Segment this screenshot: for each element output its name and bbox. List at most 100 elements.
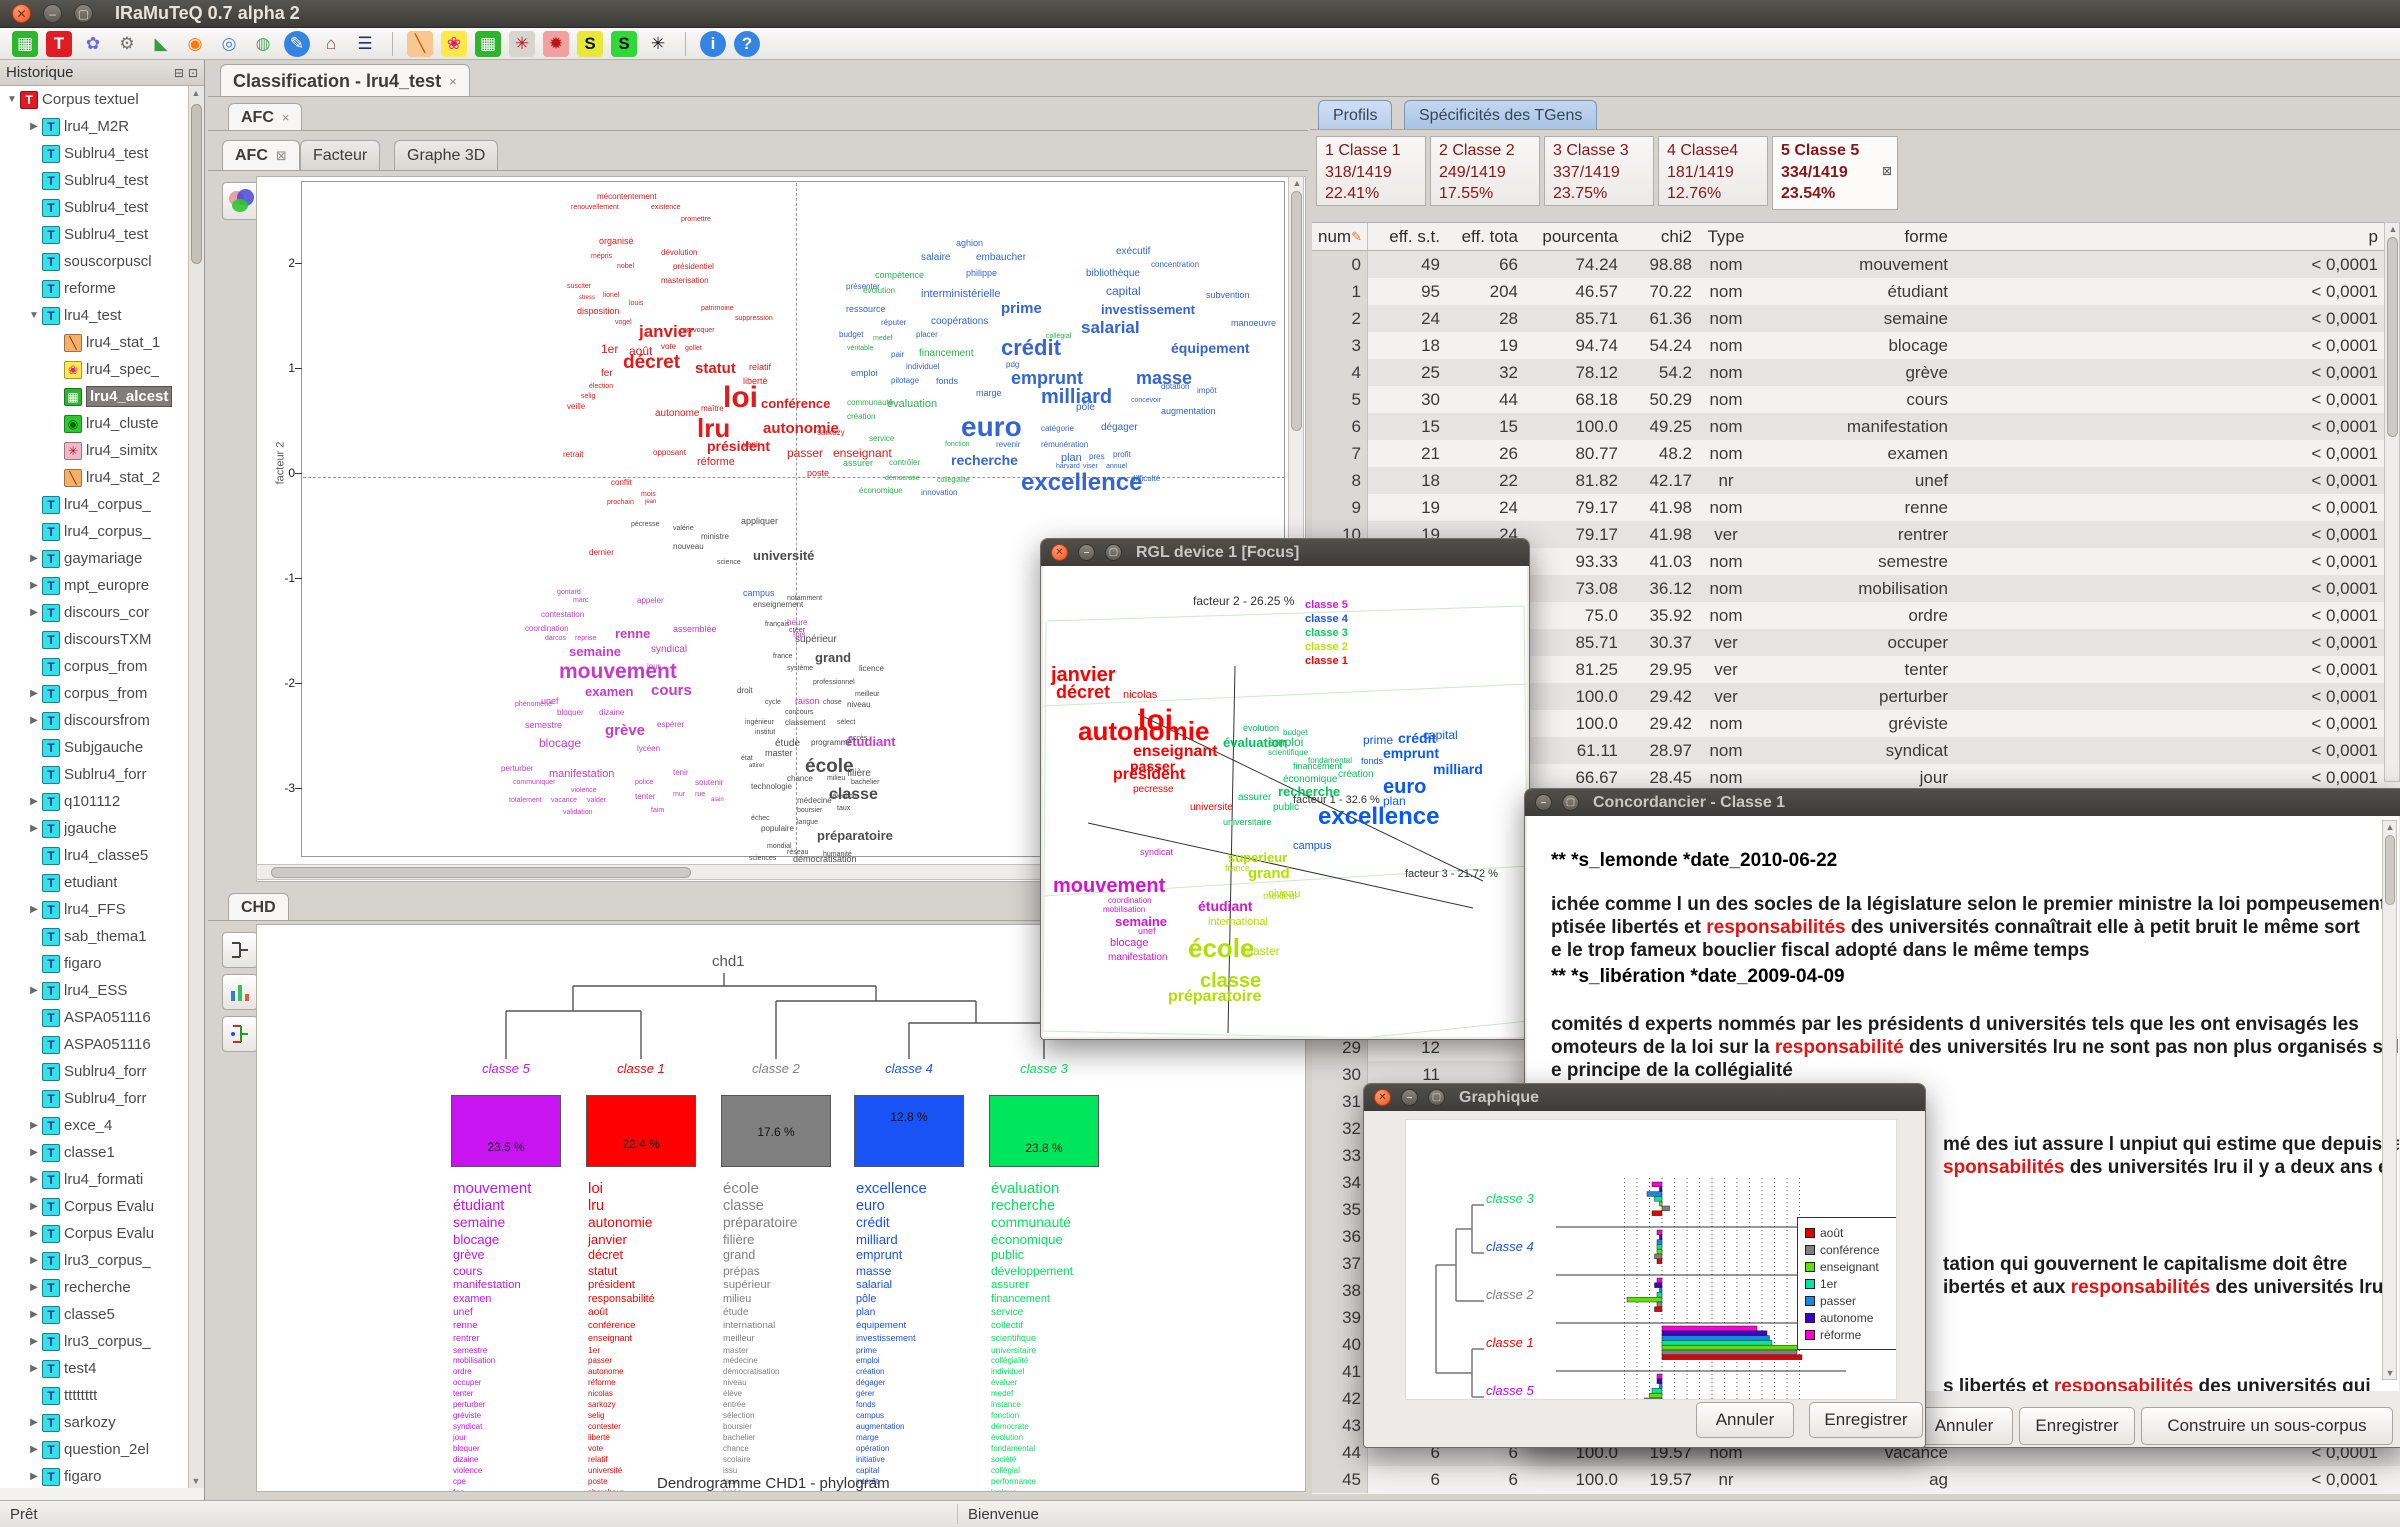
list-icon[interactable]: ☰ — [352, 31, 378, 57]
chd-class-rect[interactable]: 17.6 % — [721, 1095, 831, 1167]
class-tab-2[interactable]: 2 Classe 2249/141917.55% — [1430, 136, 1540, 206]
preferences-icon[interactable]: ✎ — [284, 31, 310, 57]
sidebar-item-lru4-alcest[interactable]: ▦lru4_alcest — [0, 383, 188, 410]
expander-closed-icon[interactable]: ▶ — [28, 1255, 40, 1266]
afc-graph-settings-button[interactable] — [222, 182, 260, 220]
window-close-icon[interactable]: ✕ — [12, 4, 31, 23]
sidebar-item-figaro[interactable]: Tfigaro — [0, 950, 188, 977]
concordancier-scrollbar[interactable]: ▲ ▼ — [2382, 820, 2397, 1380]
sidebar-item-lru4-ffs[interactable]: ▶Tlru4_FFS — [0, 896, 188, 923]
sidebar-item-corpus-evalu[interactable]: ▶TCorpus Evalu — [0, 1220, 188, 1247]
sidebar-item-figaro[interactable]: ▶Tfigaro — [0, 1463, 188, 1488]
expander-closed-icon[interactable]: ▶ — [28, 715, 40, 726]
table-row[interactable]: 4253278.1254.2nomgrève< 0,0001 — [1312, 359, 2400, 386]
spec-s-yellow-icon[interactable]: S — [577, 31, 603, 57]
sidebar-item-lru4-corpus-[interactable]: Tlru4_corpus_ — [0, 518, 188, 545]
sidebar-item-sublru4-forr[interactable]: TSublru4_forr — [0, 1058, 188, 1085]
expander-closed-icon[interactable]: ▶ — [28, 823, 40, 834]
expander-closed-icon[interactable]: ▶ — [28, 1336, 40, 1347]
expander-closed-icon[interactable]: ▶ — [28, 1309, 40, 1320]
sidebar-item-aspa051116[interactable]: TASPA051116 — [0, 1004, 188, 1031]
graphique-close-icon[interactable]: ✕ — [1374, 1089, 1391, 1106]
corpus-table-icon[interactable]: ▦ — [12, 31, 38, 57]
column-header-p[interactable]: p — [1954, 227, 2400, 247]
graphique-title-bar[interactable]: ✕ – ▢ Graphique — [1364, 1084, 1925, 1111]
sidebar-item-lru3-corpus-[interactable]: ▶Tlru3_corpus_ — [0, 1328, 188, 1355]
expander-open-icon[interactable]: ▼ — [6, 94, 18, 105]
table-row[interactable]: 5304468.1850.29nomcours< 0,0001 — [1312, 386, 2400, 413]
sidebar-item-test4[interactable]: ▶Ttest4 — [0, 1355, 188, 1382]
graphique-minimize-icon[interactable]: – — [1401, 1089, 1418, 1106]
concordancier-save-button[interactable]: Enregistrer — [2019, 1407, 2135, 1445]
expander-closed-icon[interactable]: ▶ — [28, 1174, 40, 1185]
expander-closed-icon[interactable]: ▶ — [28, 1201, 40, 1212]
table-row[interactable]: 19520446.5770.22nométudiant< 0,0001 — [1312, 278, 2400, 305]
sidebar-item-lru4-spec-[interactable]: ❀lru4_spec_ — [0, 356, 188, 383]
expander-closed-icon[interactable]: ▶ — [28, 796, 40, 807]
concordancier-maximize-icon[interactable]: ▢ — [1562, 794, 1579, 811]
orange-circle-icon[interactable]: ◉ — [182, 31, 208, 57]
info-icon[interactable]: i — [700, 31, 726, 57]
sidebar-item-recherche[interactable]: ▶Trecherche — [0, 1274, 188, 1301]
sidebar-item-sublru4-test[interactable]: TSublru4_test — [0, 167, 188, 194]
table-row[interactable]: 0496674.2498.88nommouvement< 0,0001 — [1312, 251, 2400, 278]
expander-closed-icon[interactable]: ▶ — [28, 1228, 40, 1239]
sidebar-item-lru4-ess[interactable]: ▶Tlru4_ESS — [0, 977, 188, 1004]
chd-tree-button[interactable] — [222, 932, 258, 968]
concordancier-cancel-button[interactable]: Annuler — [1915, 1407, 2013, 1445]
tab-classification[interactable]: Classification - lru4_test × — [220, 64, 470, 97]
simi-graph-icon[interactable]: ✳ — [509, 31, 535, 57]
asterisk-icon[interactable]: ✳ — [645, 31, 671, 57]
sidebar-item-tttttttt[interactable]: Ttttttttt — [0, 1382, 188, 1409]
expander-closed-icon[interactable]: ▶ — [28, 1444, 40, 1455]
chd-class-rect[interactable]: 12.8 % — [854, 1095, 964, 1167]
sidebar-item-corpus-from[interactable]: ▶Tcorpus_from — [0, 680, 188, 707]
afc-subtab-close-icon[interactable]: ⊠ — [276, 148, 287, 164]
chd-class-rect[interactable]: 23.8 % — [989, 1095, 1099, 1167]
column-header-eff-tota[interactable]: eff. tota — [1446, 227, 1524, 247]
spec-s-green-icon[interactable]: S — [611, 31, 637, 57]
tab-afc-outer[interactable]: AFC × — [228, 103, 302, 131]
window-maximize-icon[interactable]: ▢ — [74, 4, 93, 23]
sidebar-item-sublru4-forr[interactable]: TSublru4_forr — [0, 761, 188, 788]
graphique-maximize-icon[interactable]: ▢ — [1428, 1089, 1445, 1106]
expander-open-icon[interactable]: ▼ — [28, 310, 40, 321]
table-row[interactable]: 9192479.1741.98nomrenne< 0,0001 — [1312, 494, 2400, 521]
sidebar-item-lru4-cluste[interactable]: ◉lru4_cluste — [0, 410, 188, 437]
sidebar-item-lru4-formati[interactable]: ▶Tlru4_formati — [0, 1166, 188, 1193]
sidebar-item-sublru4-forr[interactable]: TSublru4_forr — [0, 1085, 188, 1112]
class-tab-3[interactable]: 3 Classe 3337/141923.75% — [1544, 136, 1654, 206]
class-tab-5[interactable]: 5 Classe 5334/141923.54%⊠ — [1772, 136, 1898, 210]
expander-closed-icon[interactable]: ▶ — [28, 688, 40, 699]
expander-closed-icon[interactable]: ▶ — [28, 580, 40, 591]
table-row[interactable]: 7212680.7748.2nomexamen< 0,0001 — [1312, 440, 2400, 467]
column-header-type[interactable]: Type — [1698, 227, 1754, 247]
column-header-num[interactable]: num ✎ — [1312, 223, 1368, 250]
tab-afc-close-icon[interactable]: × — [282, 110, 290, 125]
stats-curve-icon[interactable]: ╲ — [407, 31, 433, 57]
chd-colored-tree-button[interactable] — [222, 1016, 258, 1052]
graphique-save-button[interactable]: Enregistrer — [1809, 1402, 1923, 1438]
table-vscrollbar[interactable]: ▲ — [2384, 222, 2400, 782]
table-row[interactable]: 8182281.8242.17nrunef< 0,0001 — [1312, 467, 2400, 494]
sidebar-item-sublru4-test[interactable]: TSublru4_test — [0, 140, 188, 167]
expander-closed-icon[interactable]: ▶ — [28, 1147, 40, 1158]
table-row[interactable]: 4566100.019.57nrag< 0,0001 — [1312, 1466, 2400, 1493]
tab-chd[interactable]: CHD — [228, 893, 289, 921]
column-header-pourcenta[interactable]: pourcenta — [1524, 227, 1624, 247]
sidebar-item-sab-thema1[interactable]: Tsab_thema1 — [0, 923, 188, 950]
sidebar-item-jgauche[interactable]: ▶Tjgauche — [0, 815, 188, 842]
alceste-icon[interactable]: ▦ — [475, 31, 501, 57]
class-tab-4[interactable]: 4 Classe4181/141912.76% — [1658, 136, 1768, 206]
tab-close-icon[interactable]: × — [449, 74, 457, 89]
sidebar-item-etudiant[interactable]: Tetudiant — [0, 869, 188, 896]
graphique-cancel-button[interactable]: Annuler — [1696, 1402, 1794, 1438]
graphique-window[interactable]: ✕ – ▢ Graphique classe 3classe 4classe 2… — [1363, 1083, 1926, 1448]
expander-closed-icon[interactable]: ▶ — [28, 904, 40, 915]
sidebar-item-sarkozy[interactable]: ▶Tsarkozy — [0, 1409, 188, 1436]
sidebar-item-lru4-test[interactable]: ▼Tlru4_test — [0, 302, 188, 329]
expander-closed-icon[interactable]: ▶ — [28, 1363, 40, 1374]
sidebar-item-classe5[interactable]: ▶Tclasse5 — [0, 1301, 188, 1328]
afc-subtab-facteur[interactable]: Facteur — [300, 140, 380, 171]
expander-closed-icon[interactable]: ▶ — [28, 1417, 40, 1428]
